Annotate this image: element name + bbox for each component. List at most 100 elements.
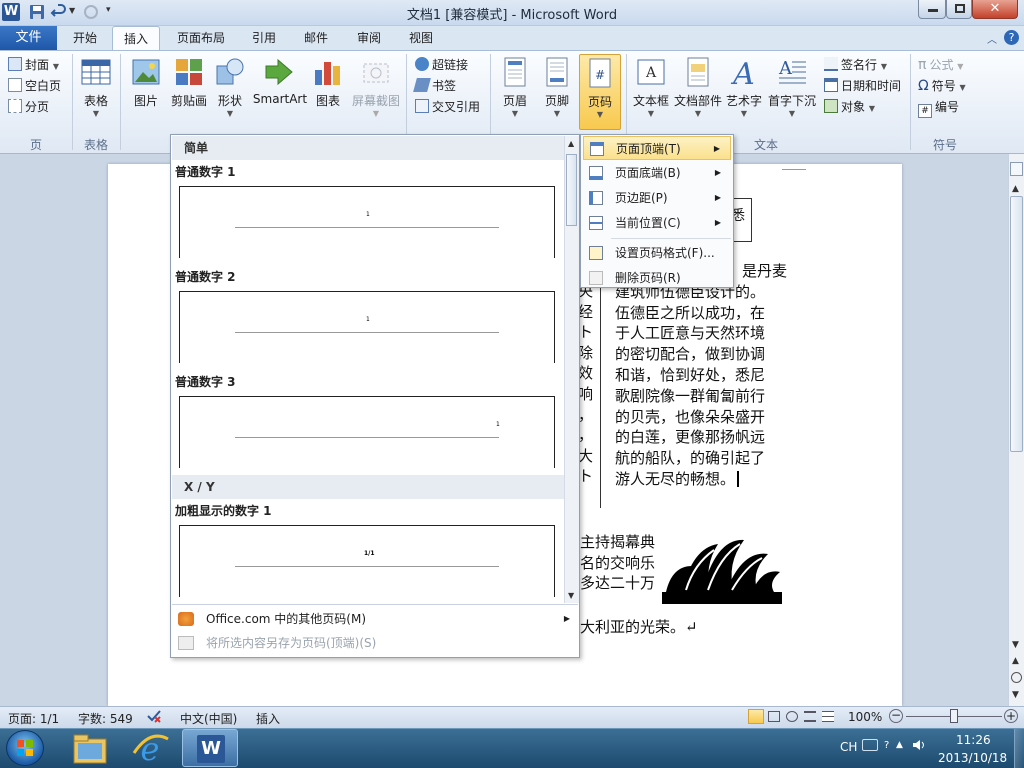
clock-date[interactable]: 2013/10/18 — [938, 751, 1007, 765]
ruler-toggle-icon[interactable] — [1010, 162, 1023, 176]
gallery-scroll-up-icon[interactable]: ▲ — [568, 139, 574, 148]
status-language[interactable]: 中文(中国) — [180, 710, 237, 727]
shapes-button[interactable]: 形状 ▼ — [212, 56, 248, 118]
volume-icon[interactable] — [912, 738, 926, 752]
chart-button[interactable]: 图表 — [310, 56, 346, 109]
tab-view[interactable]: 视图 — [396, 26, 446, 50]
quick-parts-button[interactable]: 文档部件 ▼ — [672, 56, 724, 118]
gallery-section-simple: 简单 — [172, 136, 564, 160]
status-page-count[interactable]: 页面: 1/1 — [8, 710, 59, 727]
numbering-button[interactable]: # 编号 — [918, 97, 959, 118]
full-screen-reading-icon[interactable] — [768, 711, 780, 722]
picture-button[interactable]: 图片 — [128, 56, 164, 109]
outline-view-icon[interactable] — [804, 711, 816, 722]
page-margins-icon — [589, 191, 603, 205]
footer-button[interactable]: 页脚 ▼ — [538, 56, 576, 118]
show-hidden-icons-icon[interactable]: ▲ — [896, 740, 903, 750]
page-number-menu: 页面顶端(T) ▶ 页面底端(B) ▶ 页边距(P) ▶ 当前位置(C) ▶ 设置页码格… — [580, 134, 734, 288]
page-break-button[interactable]: 分页 — [8, 97, 49, 117]
cross-reference-button[interactable]: 交叉引用 — [415, 97, 480, 117]
smartart-button[interactable]: SmartArt — [252, 56, 308, 106]
submenu-arrow-icon: ▶ — [563, 614, 570, 623]
symbol-button[interactable]: Ω 符号 ▼ — [918, 76, 966, 96]
gallery-scroll-thumb[interactable] — [566, 154, 577, 226]
next-page-icon[interactable]: ▼ — [1012, 690, 1019, 700]
right-column-text[interactable]: 是丹麦 建筑师伍德臣设计的。 伍德臣之所以成功，在 于人工匠意与天然环境 的密切… — [615, 261, 787, 490]
gallery-item-label: 普通数字 2 — [175, 270, 236, 284]
opera-house-image[interactable] — [662, 536, 782, 604]
lower-text[interactable]: 主持揭幕典 名的交响乐 多达二十万 — [580, 532, 656, 594]
tab-page-layout[interactable]: 页面布局 — [165, 26, 237, 50]
tab-review[interactable]: 审阅 — [344, 26, 394, 50]
footer-icon — [541, 56, 573, 88]
bookmark-button[interactable]: 书签 — [413, 76, 456, 96]
menu-item-format-page-numbers[interactable]: 设置页码格式(F)... — [583, 241, 731, 265]
zoom-out-icon[interactable]: − — [889, 709, 903, 723]
header-button[interactable]: 页眉 ▼ — [496, 56, 534, 118]
blank-page-button[interactable]: 空白页 — [8, 76, 61, 96]
restore-button[interactable] — [946, 0, 972, 19]
menu-item-bottom-of-page[interactable]: 页面底端(B) ▶ — [583, 161, 731, 185]
browse-object-icon[interactable] — [1011, 672, 1022, 683]
object-button[interactable]: 对象 ▼ — [824, 97, 875, 117]
cover-page-button[interactable]: 封面 ▼ — [8, 55, 59, 75]
clock-time[interactable]: 11:26 — [956, 733, 991, 747]
signature-line-button[interactable]: 签名行 ▼ — [824, 55, 887, 75]
draft-view-icon[interactable] — [822, 711, 834, 722]
clipart-button[interactable]: 剪贴画 — [168, 56, 210, 109]
gallery-scrollbar[interactable]: ▲ ▼ — [564, 136, 579, 603]
word-taskbar-button[interactable]: W — [182, 729, 238, 767]
tab-home[interactable]: 开始 — [62, 26, 108, 50]
hyperlink-button[interactable]: 超链接 — [415, 55, 468, 75]
previous-page-icon[interactable]: ▲ — [1012, 656, 1019, 666]
ime-indicator[interactable]: CH — [840, 740, 857, 754]
scroll-thumb[interactable] — [1010, 196, 1023, 452]
gallery-item-plain-number-1[interactable]: 1 — [179, 186, 555, 258]
print-layout-view-icon[interactable] — [748, 709, 764, 724]
gallery-item-plain-number-3[interactable]: 1 — [179, 396, 555, 468]
menu-item-top-of-page[interactable]: 页面顶端(T) ▶ — [583, 136, 731, 160]
zoom-slider-thumb[interactable] — [950, 709, 958, 723]
help-icon[interactable]: ? — [1004, 30, 1019, 45]
gallery-item-bold-number-1[interactable]: 1/1 — [179, 525, 555, 597]
tab-mailings[interactable]: 邮件 — [292, 26, 340, 50]
help-tray-icon[interactable]: ? — [884, 740, 889, 751]
textbox-icon: A — [635, 56, 667, 88]
keyboard-icon[interactable] — [862, 739, 878, 751]
gallery-item-plain-number-2[interactable]: 1 — [179, 291, 555, 363]
page-break-icon — [8, 99, 22, 113]
shapes-icon — [214, 56, 246, 88]
blank-page-icon — [8, 78, 22, 92]
page-number-button[interactable]: # 页码 ▼ — [579, 54, 621, 130]
dropdown-arrow-icon: ▼ — [553, 109, 561, 118]
date-time-button[interactable]: 日期和时间 — [824, 76, 901, 96]
wordart-button[interactable]: A 艺术字 ▼ — [724, 56, 764, 118]
scroll-down-icon[interactable]: ▼ — [1012, 640, 1019, 650]
tab-references[interactable]: 引用 — [240, 26, 288, 50]
web-layout-icon[interactable] — [786, 711, 798, 722]
gallery-scroll-down-icon[interactable]: ▼ — [568, 591, 574, 600]
tab-insert[interactable]: 插入 — [112, 26, 160, 50]
textbox-button[interactable]: A 文本框 ▼ — [630, 56, 672, 118]
table-icon — [80, 56, 112, 88]
proofing-error-icon[interactable] — [146, 709, 162, 723]
menu-item-page-margins[interactable]: 页边距(P) ▶ — [583, 186, 731, 210]
table-button[interactable]: 表格 ▼ — [76, 56, 116, 118]
scroll-up-icon[interactable]: ▲ — [1012, 184, 1019, 194]
menu-item-current-position[interactable]: 当前位置(C) ▶ — [583, 211, 731, 235]
drop-cap-button[interactable]: A 首字下沉 ▼ — [766, 56, 818, 118]
minimize-ribbon-icon[interactable]: ︿ — [985, 31, 999, 46]
close-button[interactable]: ✕ — [972, 0, 1018, 19]
explorer-taskbar-button[interactable] — [62, 729, 118, 767]
status-word-count[interactable]: 字数: 549 — [78, 710, 133, 727]
submenu-arrow-icon: ▶ — [714, 168, 721, 177]
minimize-button[interactable] — [918, 0, 946, 19]
zoom-in-icon[interactable]: + — [1004, 709, 1018, 723]
tab-file[interactable]: 文件 — [0, 26, 57, 50]
show-desktop-button[interactable] — [1014, 729, 1024, 768]
start-button[interactable] — [6, 730, 44, 766]
zoom-level[interactable]: 100% — [848, 710, 882, 724]
internet-explorer-taskbar-button[interactable]: e — [122, 729, 178, 767]
status-insert-mode[interactable]: 插入 — [256, 710, 280, 727]
more-page-numbers-office-button[interactable]: Office.com 中的其他页码(M) ▶ — [172, 607, 578, 631]
